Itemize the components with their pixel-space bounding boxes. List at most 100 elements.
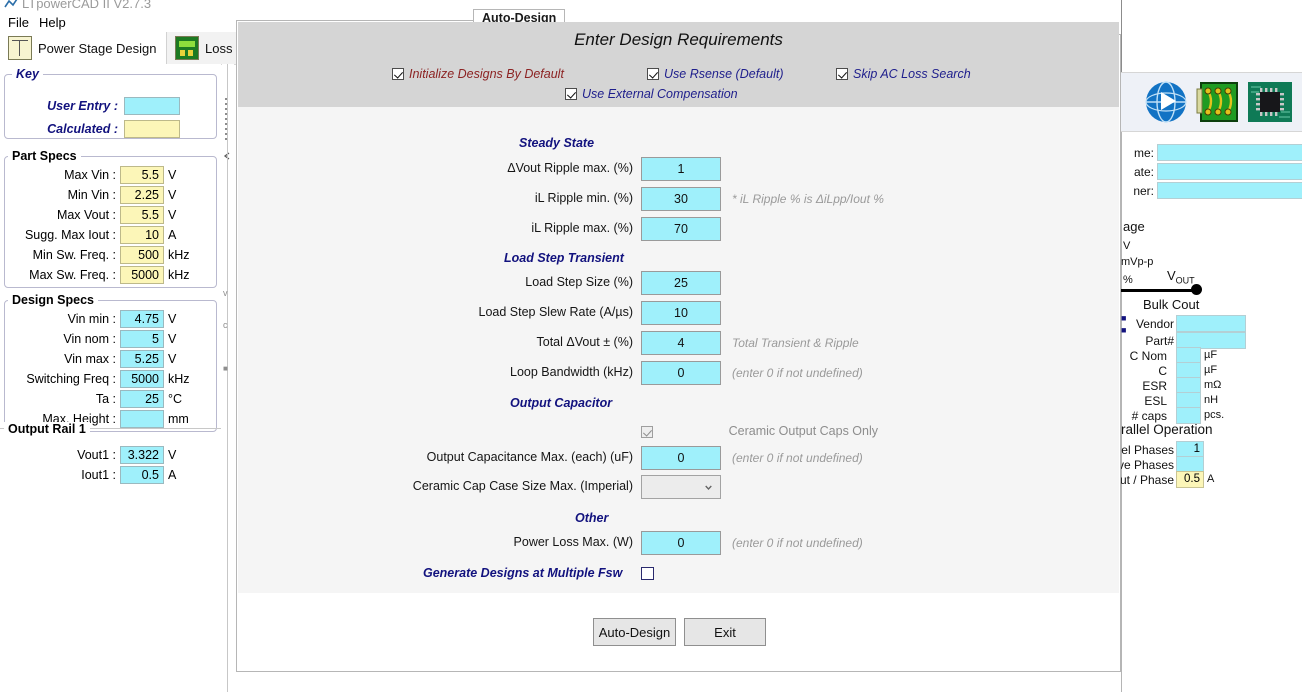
field-row-load-step-slew-rate: Load Step Slew Rate (A/µs) 10 xyxy=(238,301,1119,327)
designer-input[interactable] xyxy=(1157,182,1302,199)
il-ripple-max-input[interactable]: 70 xyxy=(641,217,721,241)
checkbox-box-icon xyxy=(647,68,659,80)
section-output-capacitor-title: Output Capacitor xyxy=(510,396,613,410)
right-design-panel: me: ate: ner: age V mVp-p % VOUT Bulk Co… xyxy=(1121,0,1302,692)
skip-ac-loss-search-checkbox[interactable]: Skip AC Loss Search xyxy=(836,67,971,81)
max-sw-freq-value: 5000 xyxy=(120,265,164,284)
dialog-body: Steady State ΔVout Ripple max. (%) 1 iL … xyxy=(238,107,1119,593)
key-calculated-swatch xyxy=(124,119,180,138)
switching-freq-input[interactable]: 5000 xyxy=(120,369,164,388)
numcaps-unit: pcs. xyxy=(1204,409,1225,421)
bulk-cout-title: Bulk Cout xyxy=(1143,297,1200,312)
ta-label: Ta : xyxy=(95,391,116,406)
output-rail-row: Iout1 : 0.5 A xyxy=(6,465,214,484)
initialize-designs-by-default-checkbox[interactable]: Initialize Designs By Default xyxy=(392,67,564,81)
loop-bandwidth-label: Loop Bandwidth (kHz) xyxy=(510,365,633,379)
total-vout-label: Total ΔVout ± (%) xyxy=(536,335,634,349)
ta-input[interactable]: 25 xyxy=(120,389,164,408)
toolbar-power-stage-design-label: Power Stage Design xyxy=(38,40,157,56)
generate-designs-multiple-fsw-checkbox[interactable] xyxy=(641,567,654,580)
exit-button[interactable]: Exit xyxy=(684,618,766,646)
load-step-size-label: Load Step Size (%) xyxy=(525,275,633,289)
part-spec-row: Max Vin : 5.5 V xyxy=(6,165,214,184)
ceramic-cap-case-size-select[interactable] xyxy=(641,475,721,499)
voltage-unit-v: V xyxy=(1123,240,1131,252)
max-height-input[interactable] xyxy=(120,409,164,428)
field-row-output-capacitance-max: Output Capacitance Max. (each) (uF) 0 (e… xyxy=(238,446,1119,472)
esr-label: ESR xyxy=(1142,379,1167,393)
menu-file[interactable]: File xyxy=(4,14,33,31)
output-rail-title: Output Rail 1 xyxy=(4,422,90,436)
field-row-total-vout: Total ΔVout ± (%) 4 Total Transient & Ri… xyxy=(238,331,1119,357)
key-row-user-entry: User Entry : xyxy=(8,96,213,115)
vendor-input[interactable] xyxy=(1176,315,1246,332)
il-ripple-max-label: iL Ripple max. (%) xyxy=(531,221,633,235)
esr-unit: mΩ xyxy=(1204,379,1222,391)
total-vout-input[interactable]: 4 xyxy=(641,331,721,355)
use-external-compensation-checkbox[interactable]: Use External Compensation xyxy=(565,87,738,101)
field-row-ceramic-cap-case-size: Ceramic Cap Case Size Max. (Imperial) xyxy=(238,475,1119,501)
min-vin-value: 2.25 xyxy=(120,185,164,204)
min-sw-freq-unit: kHz xyxy=(168,247,190,262)
field-row-il-ripple-min: iL Ripple min. (%) 30 * iL Ripple % is Δ… xyxy=(238,187,1119,213)
iout1-label: Iout1 : xyxy=(81,467,116,482)
vin-max-label: Vin max : xyxy=(64,351,116,366)
key-calculated-label: Calculated : xyxy=(47,121,118,136)
vout-wire xyxy=(1121,289,1199,292)
vout1-input[interactable]: 3.322 xyxy=(120,445,164,464)
vin-max-input[interactable]: 5.25 xyxy=(120,349,164,368)
part-spec-row: Min Sw. Freq. : 500 kHz xyxy=(6,245,214,264)
vout-node-label: VOUT xyxy=(1167,268,1195,286)
skip-ac-loss-search-label: Skip AC Loss Search xyxy=(853,67,971,81)
section-steady-state-title: Steady State xyxy=(519,136,595,150)
load-step-size-input[interactable]: 25 xyxy=(641,271,721,295)
key-user-entry-label: User Entry : xyxy=(47,98,118,113)
load-step-slew-rate-input[interactable]: 10 xyxy=(641,301,721,325)
globe-play-icon[interactable] xyxy=(1143,79,1189,125)
active-phases-label: ve Phases xyxy=(1121,458,1174,472)
parallel-operation-title: rallel Operation xyxy=(1121,422,1213,437)
menu-help[interactable]: Help xyxy=(35,14,70,31)
iout1-input[interactable]: 0.5 xyxy=(120,465,164,484)
partnum-label: Part# xyxy=(1145,334,1174,348)
left-specs-panel: Key User Entry : Calculated : Part Specs… xyxy=(0,64,221,692)
design-spec-row: Switching Freq : 5000 kHz xyxy=(6,369,214,388)
pcb-board-icon[interactable] xyxy=(1195,79,1241,125)
app-title: LTpowerCAD II V2.7.3 xyxy=(22,0,152,11)
part-specs-title: Part Specs xyxy=(8,149,81,163)
vout-ripple-max-input[interactable]: 1 xyxy=(641,157,721,181)
vin-min-input[interactable]: 4.75 xyxy=(120,309,164,328)
output-capacitance-max-input[interactable]: 0 xyxy=(641,446,721,470)
numcaps-label: # caps xyxy=(1131,409,1167,423)
ceramic-output-caps-only-checkbox xyxy=(641,426,653,438)
min-sw-freq-value: 500 xyxy=(120,245,164,264)
toolbar-power-stage-design-button[interactable]: Power Stage Design xyxy=(0,32,167,64)
bulk-cout-row: Vendor xyxy=(1121,315,1302,333)
field-row-vout-ripple-max: ΔVout Ripple max. (%) 1 xyxy=(238,157,1119,183)
auto-design-dialog: Auto-Design Enter Design Requirements In… xyxy=(236,9,1302,672)
use-rsense-checkbox[interactable]: Use Rsense (Default) xyxy=(647,67,784,81)
name-input[interactable] xyxy=(1157,144,1302,161)
panel-splitter[interactable]: v c ■ xyxy=(222,64,234,692)
menu-bar: File Help xyxy=(0,12,236,32)
iout1-unit: A xyxy=(168,467,177,482)
field-row-load-step-size: Load Step Size (%) 25 xyxy=(238,271,1119,297)
right-panel-topbar xyxy=(1121,0,1302,14)
date-input[interactable] xyxy=(1157,163,1302,180)
max-vout-label: Max Vout : xyxy=(56,207,116,222)
il-ripple-min-input[interactable]: 30 xyxy=(641,187,721,211)
auto-design-button[interactable]: Auto-Design xyxy=(593,618,676,646)
vin-nom-input[interactable]: 5 xyxy=(120,329,164,348)
checkbox-box-icon xyxy=(565,88,577,100)
output-rail-row: Vout1 : 3.322 V xyxy=(6,445,214,464)
max-sw-freq-unit: kHz xyxy=(168,267,190,282)
power-loss-hint: (enter 0 if not undefined) xyxy=(732,536,863,550)
ta-unit: °C xyxy=(168,391,183,406)
iout-per-phase-label: out / Phase xyxy=(1121,473,1174,487)
power-loss-max-input[interactable]: 0 xyxy=(641,531,721,555)
chip-package-icon[interactable] xyxy=(1247,79,1293,125)
dialog-footer: Auto-Design Exit xyxy=(238,593,1119,671)
dialog-title: Enter Design Requirements xyxy=(574,30,783,49)
use-rsense-label: Use Rsense (Default) xyxy=(664,67,784,81)
loop-bandwidth-input[interactable]: 0 xyxy=(641,361,721,385)
